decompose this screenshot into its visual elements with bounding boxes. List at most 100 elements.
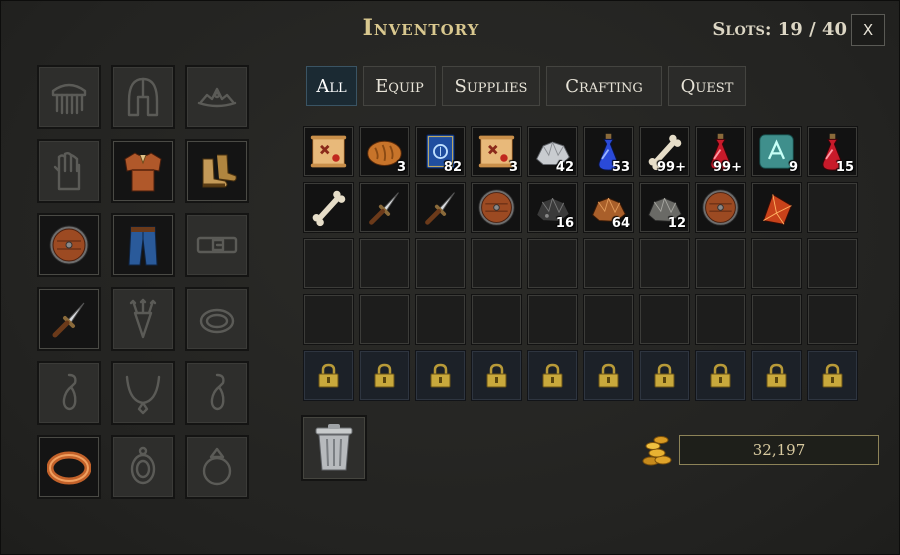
inventory-slot[interactable]: 3 [359,126,410,177]
trash-can-icon [315,424,353,471]
scroll-map-icon [310,135,347,168]
tunic-icon [124,152,162,192]
equip-slot-hands[interactable] [37,139,101,203]
equip-slot-earring-left[interactable] [37,361,101,425]
equip-slot-amulet[interactable] [111,435,175,499]
inventory-slot[interactable]: 9 [751,126,802,177]
empty-slot[interactable] [527,294,578,345]
equip-slot-necklace[interactable] [111,361,175,425]
padlock-icon [822,363,843,388]
inventory-slot[interactable] [751,182,802,233]
locked-slot[interactable] [471,350,522,401]
empty-slot[interactable] [527,238,578,289]
inventory-slot[interactable]: 16 [527,182,578,233]
empty-slot[interactable] [471,294,522,345]
empty-slot[interactable] [359,238,410,289]
inventory-slot[interactable]: 64 [583,182,634,233]
inventory-slot[interactable]: 3 [471,126,522,177]
padlock-icon [430,363,451,388]
empty-slot[interactable] [303,294,354,345]
bracelet-icon [199,308,235,334]
inventory-slot[interactable] [471,182,522,233]
empty-slot[interactable] [695,238,746,289]
inventory-window: Inventory Slots: 19 / 40 X All Equip Suppl… [0,0,900,555]
equip-slot-head[interactable] [111,65,175,129]
tab-crafting[interactable]: Crafting [546,66,662,106]
tab-supplies[interactable]: Supplies [442,66,540,106]
equip-slot-quiver[interactable] [111,287,175,351]
item-quantity: 64 [611,216,630,231]
locked-slot[interactable] [415,350,466,401]
tab-all[interactable]: All [306,66,357,106]
inventory-slot[interactable] [359,182,410,233]
inventory-slot[interactable]: 82 [415,126,466,177]
empty-slot[interactable] [471,238,522,289]
inventory-slot[interactable]: 42 [527,126,578,177]
empty-slot[interactable] [583,294,634,345]
belt-icon [196,236,238,254]
empty-slot[interactable] [415,238,466,289]
padlock-icon [374,363,395,388]
locked-slot[interactable] [359,350,410,401]
empty-slot[interactable] [751,294,802,345]
empty-slot[interactable] [359,294,410,345]
locked-slot[interactable] [583,350,634,401]
padlock-icon [710,363,731,388]
equip-slot-waist[interactable] [185,213,249,277]
gold-amount: 32,197 [679,435,879,465]
empty-slot[interactable] [807,182,858,233]
equip-slot-offhand[interactable] [37,213,101,277]
locked-slot[interactable] [751,350,802,401]
item-quantity: 15 [835,160,854,175]
close-button[interactable]: X [851,14,885,46]
inventory-slot[interactable]: 15 [807,126,858,177]
empty-slot[interactable] [807,238,858,289]
inventory-slot[interactable]: 12 [639,182,690,233]
earring-icon [210,373,225,411]
padlock-icon [542,363,563,388]
item-quantity: 99+ [657,160,686,175]
inventory-slot[interactable]: 99+ [639,126,690,177]
inventory-slot[interactable]: 53 [583,126,634,177]
necklace-icon [125,375,161,415]
empty-slot[interactable] [639,294,690,345]
inventory-slot[interactable] [303,126,354,177]
equip-slot-feet[interactable] [185,139,249,203]
boots-icon [202,154,237,188]
empty-slot[interactable] [583,238,634,289]
item-quantity: 9 [788,160,798,175]
equip-slot-chest[interactable] [111,139,175,203]
inventory-slot[interactable] [303,182,354,233]
tab-quest[interactable]: Quest [668,66,746,106]
empty-slot[interactable] [807,294,858,345]
item-quantity: 3 [396,160,406,175]
empty-slot[interactable] [751,238,802,289]
locked-slot[interactable] [639,350,690,401]
pants-icon [128,226,158,266]
equip-slot-weapon[interactable] [37,287,101,351]
empty-slot[interactable] [303,238,354,289]
tab-equip[interactable]: Equip [363,66,436,106]
locked-slot[interactable] [303,350,354,401]
equip-slot-earring-right[interactable] [185,361,249,425]
inventory-slot[interactable] [695,182,746,233]
equip-slot-circlet[interactable] [185,65,249,129]
helmet-icon [127,77,159,117]
locked-slot[interactable] [527,350,578,401]
equip-slot-ring-left[interactable] [37,435,101,499]
empty-slot[interactable] [695,294,746,345]
inventory-slot[interactable] [415,182,466,233]
empty-slot[interactable] [639,238,690,289]
equip-slot-ring-right[interactable] [185,435,249,499]
round-shield-icon [49,225,89,265]
locked-slot[interactable] [695,350,746,401]
equip-slot-bracelet[interactable] [185,287,249,351]
equip-slot-legs[interactable] [111,213,175,277]
locked-slot[interactable] [807,350,858,401]
inventory-slot[interactable]: 99+ [695,126,746,177]
equip-slot-hair[interactable] [37,65,101,129]
ring-icon [202,447,232,486]
empty-slot[interactable] [415,294,466,345]
trash-button[interactable] [301,415,367,481]
dagger-icon [52,302,85,338]
